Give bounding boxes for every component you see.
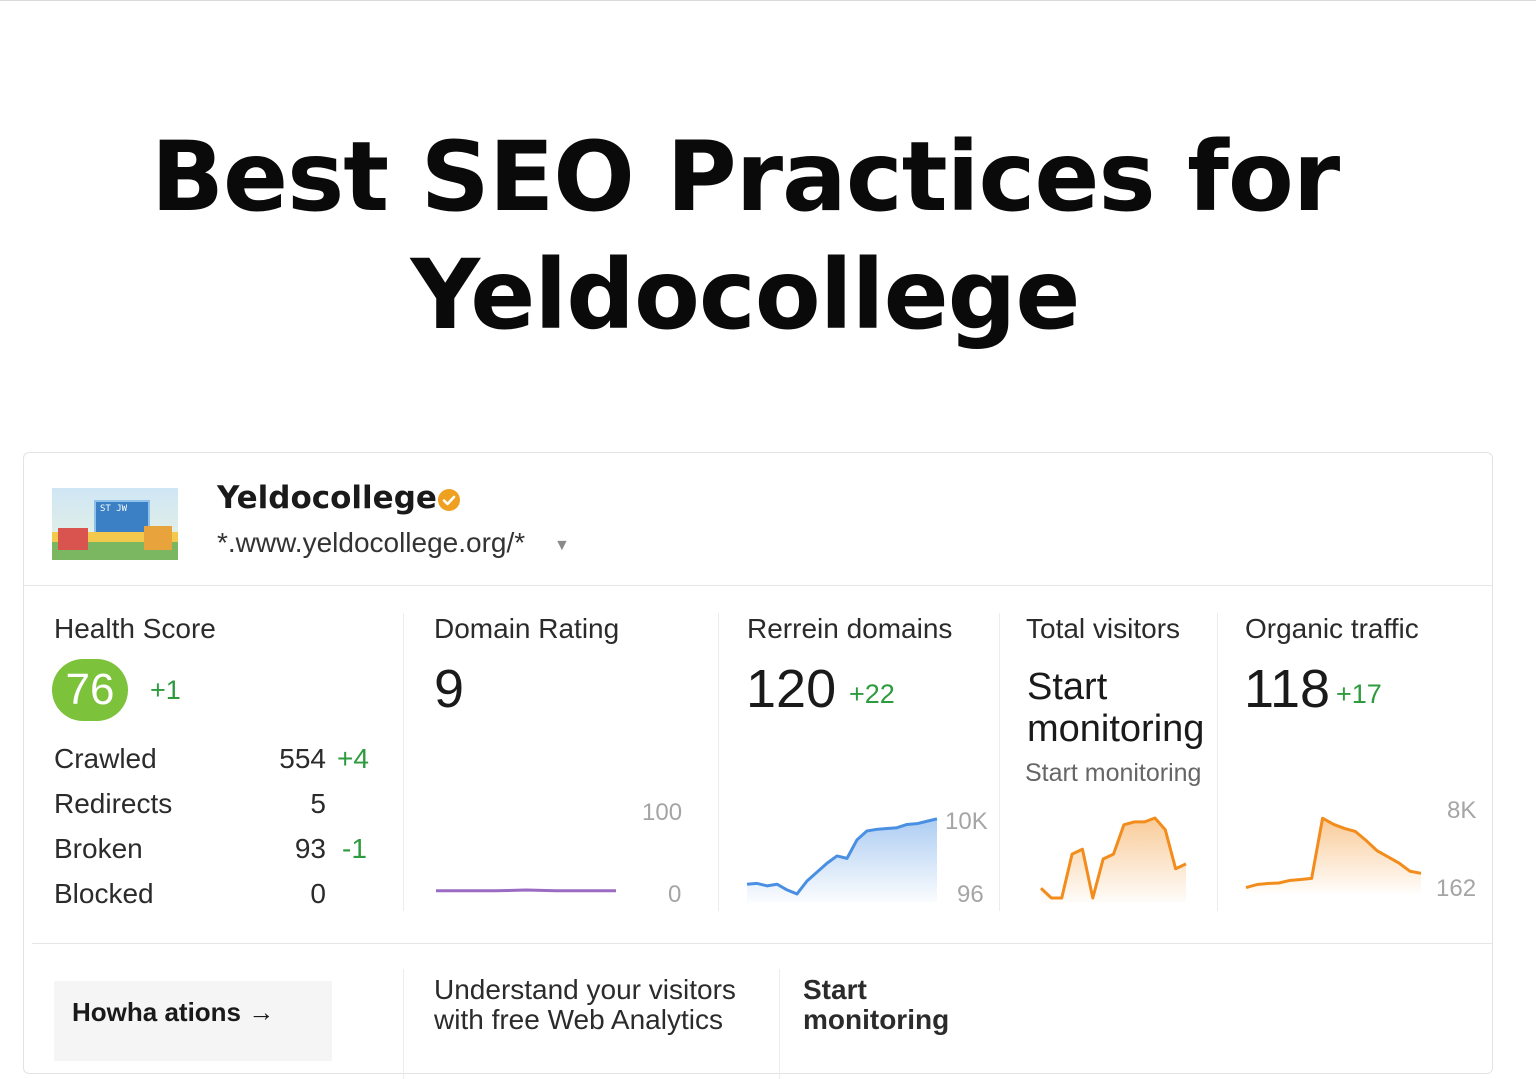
referring-domains-axis-bottom: 96 xyxy=(957,881,984,908)
web-analytics-promo[interactable]: Understand your visitors with free Web A… xyxy=(434,975,754,1035)
health-score-badge[interactable]: 76 xyxy=(52,659,128,721)
referring-domains-chart[interactable] xyxy=(746,813,938,903)
thumbnail-block xyxy=(144,526,172,550)
domain-rating-label[interactable]: Domain Rating xyxy=(434,613,619,645)
referring-domains-axis-top: 10K xyxy=(945,808,988,835)
site-name[interactable]: Yeldocollege xyxy=(217,480,437,516)
organic-traffic-value[interactable]: 118 xyxy=(1244,658,1330,720)
organic-traffic-chart[interactable] xyxy=(1245,803,1422,893)
column-divider xyxy=(403,969,404,1079)
health-score-delta: +1 xyxy=(150,675,181,705)
redirects-value[interactable]: 5 xyxy=(266,788,326,820)
total-visitors-chart[interactable] xyxy=(1039,813,1187,903)
column-divider xyxy=(403,613,404,911)
broken-label[interactable]: Broken xyxy=(54,833,143,865)
organic-traffic-axis-top: 8K xyxy=(1447,797,1477,824)
page-title-line1: Best SEO Practices for xyxy=(150,121,1340,233)
total-visitors-label[interactable]: Total visitors xyxy=(1026,613,1180,645)
organic-traffic-axis-bottom: 162 xyxy=(1436,875,1477,902)
organic-traffic-label[interactable]: Organic traffic xyxy=(1245,613,1419,645)
verified-badge-icon xyxy=(438,489,460,511)
how-it-works-label: Howha ations → xyxy=(72,997,275,1027)
redirects-label[interactable]: Redirects xyxy=(54,788,172,820)
broken-value[interactable]: 93 xyxy=(266,833,326,865)
top-rule xyxy=(0,0,1536,1)
header-divider xyxy=(24,585,1492,586)
referring-domains-label[interactable]: Rerrein domains xyxy=(747,613,952,645)
chevron-down-icon[interactable]: ▼ xyxy=(554,537,570,555)
thumbnail-block xyxy=(58,528,88,550)
lower-divider xyxy=(32,943,1492,944)
health-score-label[interactable]: Health Score xyxy=(54,613,216,645)
start-monitoring-subtext[interactable]: Start monitoring xyxy=(1025,759,1217,788)
site-overview-card: ST JW Yeldocollege *.www.yeldocollege.or… xyxy=(23,452,1493,1079)
chart-area xyxy=(747,818,937,903)
crawled-value[interactable]: 554 xyxy=(266,743,326,775)
organic-traffic-delta: +17 xyxy=(1336,679,1382,709)
domain-rating-axis-top: 100 xyxy=(642,799,683,826)
blocked-value[interactable]: 0 xyxy=(266,878,326,910)
start-monitoring-link[interactable]: Start monitoring xyxy=(1027,666,1217,750)
page-title: Best SEO Practices for Yeldocollege xyxy=(0,118,1490,354)
site-url[interactable]: *.www.yeldocollege.org/* xyxy=(217,527,525,559)
crawled-label[interactable]: Crawled xyxy=(54,743,157,775)
referring-domains-delta: +22 xyxy=(849,679,895,709)
thumbnail-sign-text: ST JW xyxy=(100,504,128,514)
column-divider xyxy=(999,613,1000,911)
site-thumbnail[interactable]: ST JW xyxy=(52,488,178,560)
domain-rating-value[interactable]: 9 xyxy=(434,658,464,720)
crawled-delta: +4 xyxy=(337,743,369,774)
page-title-line2: Yeldocollege xyxy=(410,239,1081,351)
broken-delta: -1 xyxy=(342,833,367,864)
chart-area xyxy=(1246,818,1421,893)
how-it-works-button[interactable]: Howha ations → xyxy=(54,981,332,1061)
referring-domains-value[interactable]: 120 xyxy=(746,658,836,720)
start-monitoring-lower-link[interactable]: Start monitoring xyxy=(803,975,963,1035)
blocked-label[interactable]: Blocked xyxy=(54,878,154,910)
column-divider xyxy=(1217,613,1218,911)
column-divider xyxy=(779,969,780,1079)
column-divider xyxy=(718,613,719,911)
domain-rating-chart[interactable] xyxy=(436,813,616,903)
domain-rating-axis-bottom: 0 xyxy=(668,881,682,908)
